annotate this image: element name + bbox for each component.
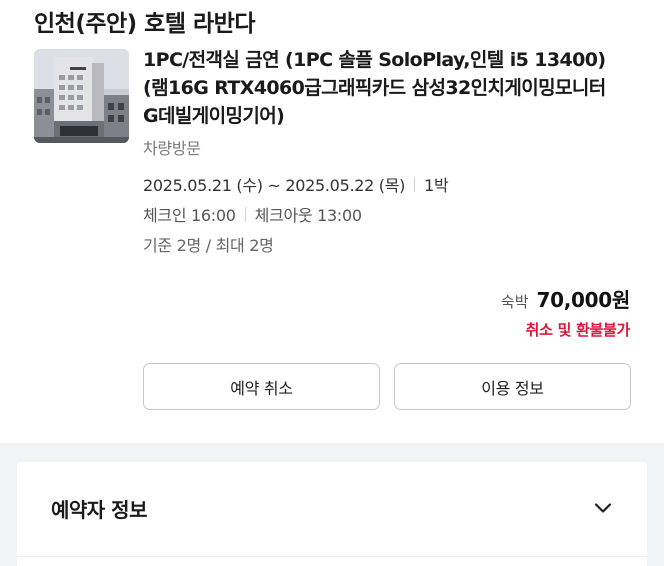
price-label: 숙박 — [500, 293, 529, 311]
room-title[interactable]: 1PC/전객실 금연 (1PC 솔플 SoloPlay,인텔 i5 13400)… — [143, 46, 643, 130]
check-out-time: 체크아웃 13:00 — [254, 206, 362, 225]
guest-capacity-text: 기준 2명 / 최대 2명 — [143, 236, 274, 255]
check-times-row: 체크인 16:00 체크아웃 13:00 — [143, 202, 362, 226]
chevron-down-icon[interactable] — [591, 496, 615, 520]
booking-detail-page: 인천(주안) 호텔 라반다 1PC/전객실 금연 (1PC 솔플 SoloPla… — [0, 0, 664, 566]
price-row: 숙박 70,000원 — [501, 284, 630, 313]
guest-capacity: 기준 2명 / 최대 2명 — [143, 232, 274, 256]
divider — [244, 206, 246, 222]
hotel-building-photo-icon — [34, 49, 129, 143]
room-thumbnail[interactable] — [34, 49, 129, 143]
price-amount: 70,000원 — [536, 288, 631, 312]
cancel-reservation-button[interactable]: 예약 취소 — [143, 363, 380, 410]
booker-info-title: 예약자 정보 — [51, 498, 147, 522]
hotel-name[interactable]: 인천(주안) 호텔 라반다 — [34, 4, 255, 38]
visit-type: 차량방문 — [143, 139, 201, 158]
divider — [17, 556, 647, 557]
usage-info-button[interactable]: 이용 정보 — [394, 363, 631, 410]
stay-nights: 1박 — [424, 176, 449, 195]
stay-dates: 2025.05.21 (수) ~ 2025.05.22 (목) — [143, 176, 406, 195]
check-in-time: 체크인 16:00 — [143, 206, 236, 225]
stay-dates-row: 2025.05.21 (수) ~ 2025.05.22 (목) 1박 — [143, 172, 449, 196]
refund-policy: 취소 및 환불불가 — [525, 321, 631, 339]
booker-info-card[interactable]: 예약자 정보 — [17, 462, 647, 566]
divider — [414, 176, 416, 192]
